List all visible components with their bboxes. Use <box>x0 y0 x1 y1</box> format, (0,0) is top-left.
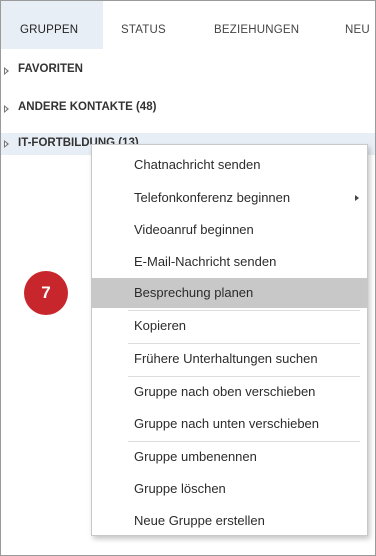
menu-item-email[interactable]: E-Mail-Nachricht senden <box>92 247 367 277</box>
context-menu: Chatnachricht senden Telefonkonferenz be… <box>91 144 368 536</box>
contacts-window: GRUPPEN STATUS BEZIEHUNGEN NEU FAVORITEN… <box>0 0 376 556</box>
menu-item-videoanruf[interactable]: Videoanruf beginnen <box>92 215 367 245</box>
submenu-arrow-icon <box>355 195 359 201</box>
group-label: ANDERE KONTAKTE (48) <box>18 101 157 113</box>
menu-item-label: Neue Gruppe erstellen <box>134 513 265 528</box>
menu-item-label: Telefonkonferenz beginnen <box>134 190 291 205</box>
menu-item-neue-gruppe[interactable]: Neue Gruppe erstellen <box>92 506 367 536</box>
expand-caret-icon[interactable] <box>4 105 9 113</box>
menu-item-label: Gruppe nach unten verschieben <box>134 416 320 431</box>
menu-item-label: Videoanruf beginnen <box>134 222 254 237</box>
menu-item-label: Gruppe löschen <box>134 481 226 496</box>
tab-beziehungen[interactable]: BEZIEHUNGEN <box>214 1 299 49</box>
menu-item-besprechung[interactable]: Besprechung planen <box>92 278 367 308</box>
menu-item-gruppe-umbenennen[interactable]: Gruppe umbenennen <box>92 442 367 472</box>
menu-item-gruppe-loeschen[interactable]: Gruppe löschen <box>92 474 367 504</box>
menu-item-label: Chatnachricht senden <box>134 157 261 172</box>
menu-item-label: Gruppe nach oben verschieben <box>134 384 316 399</box>
tab-bar: GRUPPEN STATUS BEZIEHUNGEN NEU <box>1 1 375 49</box>
group-label: FAVORITEN <box>18 63 83 75</box>
menu-item-gruppe-nach-unten[interactable]: Gruppe nach unten verschieben <box>92 409 367 439</box>
group-andere-kontakte[interactable]: ANDERE KONTAKTE (48) <box>1 95 375 126</box>
menu-item-label: Besprechung planen <box>134 285 254 300</box>
menu-item-fruehere-unterhaltungen[interactable]: Frühere Unterhaltungen suchen <box>92 344 367 374</box>
step-badge: 7 <box>24 271 68 315</box>
expand-caret-icon[interactable] <box>4 67 9 75</box>
menu-item-kopieren[interactable]: Kopieren <box>92 311 367 341</box>
expand-caret-icon[interactable] <box>4 140 9 148</box>
menu-item-chatnachricht[interactable]: Chatnachricht senden <box>92 150 367 180</box>
menu-item-label: Kopieren <box>134 318 187 333</box>
menu-item-label: Gruppe umbenennen <box>134 449 257 464</box>
menu-item-label: E-Mail-Nachricht senden <box>134 254 277 269</box>
tab-gruppen[interactable]: GRUPPEN <box>1 1 103 49</box>
tab-status[interactable]: STATUS <box>121 1 166 49</box>
menu-item-telefonkonferenz[interactable]: Telefonkonferenz beginnen <box>92 183 367 213</box>
menu-item-label: Frühere Unterhaltungen suchen <box>134 351 318 366</box>
group-favoriten[interactable]: FAVORITEN <box>1 57 375 88</box>
menu-item-gruppe-nach-oben[interactable]: Gruppe nach oben verschieben <box>92 377 367 407</box>
tab-neu[interactable]: NEU <box>345 1 370 49</box>
